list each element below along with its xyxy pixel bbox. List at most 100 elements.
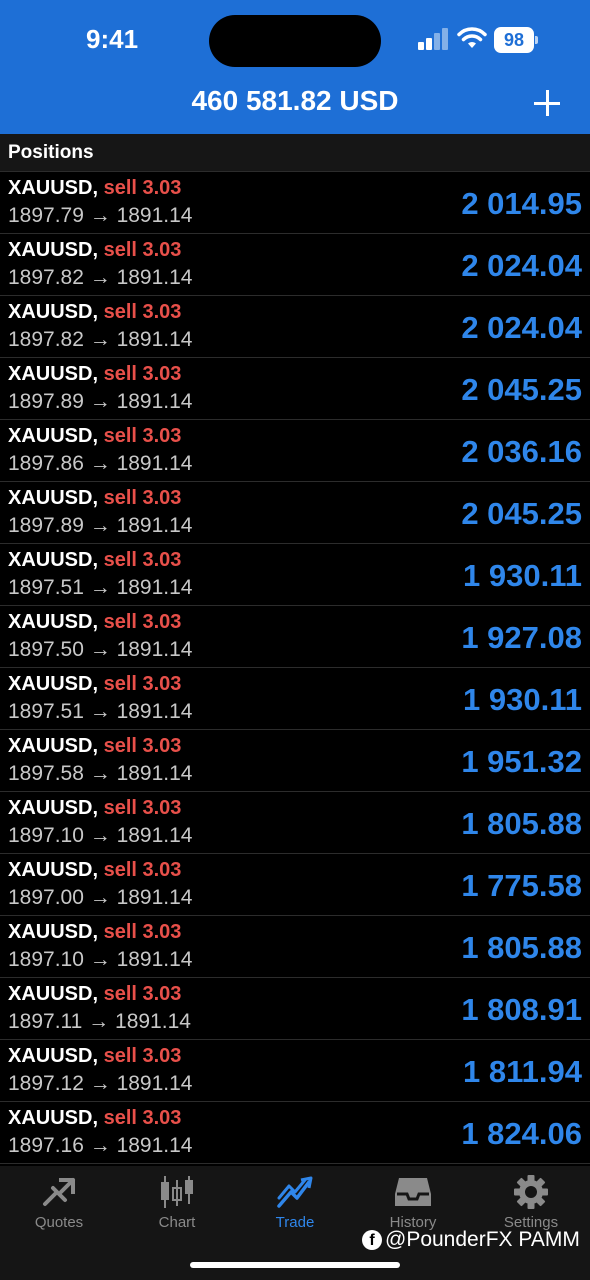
position-prices: 1897.82 → 1891.14 <box>8 328 193 351</box>
position-symbol: XAUUSD, <box>8 611 99 633</box>
position-title: XAUUSD, sell 3.03 <box>8 859 181 882</box>
wifi-icon <box>457 27 487 48</box>
position-side: sell 3.03 <box>103 1107 182 1129</box>
position-profit: 1 824.06 <box>461 1116 582 1151</box>
tab-chart[interactable]: Chart <box>118 1174 236 1238</box>
position-prices: 1897.82 → 1891.14 <box>8 266 193 289</box>
position-prices: 1897.11 → 1891.14 <box>8 1010 191 1033</box>
position-profit: 2 014.95 <box>461 186 582 221</box>
position-symbol: XAUUSD, <box>8 425 99 447</box>
position-symbol: XAUUSD, <box>8 363 99 385</box>
history-icon <box>395 1178 431 1206</box>
position-title: XAUUSD, sell 3.03 <box>8 239 181 262</box>
position-profit: 1 808.91 <box>461 992 582 1027</box>
position-symbol: XAUUSD, <box>8 177 99 199</box>
trade-icon <box>277 1176 313 1208</box>
position-symbol: XAUUSD, <box>8 859 99 881</box>
cellular-signal-icon <box>418 28 450 50</box>
position-row[interactable]: XAUUSD, sell 3.03 1897.50 → 1891.14 1 927.… <box>0 606 590 668</box>
position-row[interactable]: XAUUSD, sell 3.03 1897.10 → 1891.14 1 805.… <box>0 792 590 854</box>
position-prices: 1897.89 → 1891.14 <box>8 514 193 537</box>
position-prices: 1897.12 → 1891.14 <box>8 1072 193 1095</box>
tab-label-trade: Trade <box>275 1214 315 1231</box>
position-prices: 1897.51 → 1891.14 <box>8 576 193 599</box>
position-title: XAUUSD, sell 3.03 <box>8 487 181 510</box>
position-title: XAUUSD, sell 3.03 <box>8 301 181 324</box>
position-side: sell 3.03 <box>103 1045 182 1067</box>
account-balance: 460 581.82 USD <box>191 85 399 116</box>
position-profit: 1 805.88 <box>461 806 582 841</box>
facebook-icon: f <box>362 1230 382 1250</box>
settings-icon <box>514 1175 548 1209</box>
position-title: XAUUSD, sell 3.03 <box>8 177 181 200</box>
battery-icon: 98 <box>494 27 538 53</box>
position-row[interactable]: XAUUSD, sell 3.03 1897.89 → 1891.14 2 045.… <box>0 482 590 544</box>
position-row[interactable]: XAUUSD, sell 3.03 1897.82 → 1891.14 2 024.… <box>0 296 590 358</box>
position-row[interactable]: XAUUSD, sell 3.03 1897.82 → 1891.14 2 024.… <box>0 234 590 296</box>
status-time: 9:41 <box>86 24 139 54</box>
position-profit: 2 045.25 <box>461 372 582 407</box>
position-prices: 1897.89 → 1891.14 <box>8 390 193 413</box>
position-prices: 1897.86 → 1891.14 <box>8 452 193 475</box>
position-side: sell 3.03 <box>103 735 182 757</box>
position-profit: 2 036.16 <box>461 434 582 469</box>
position-row[interactable]: XAUUSD, sell 3.03 1897.12 → 1891.14 1 811.… <box>0 1040 590 1102</box>
position-symbol: XAUUSD, <box>8 239 99 261</box>
position-row[interactable]: XAUUSD, sell 3.03 1897.00 → 1891.14 1 775.… <box>0 854 590 916</box>
position-symbol: XAUUSD, <box>8 1107 99 1129</box>
position-prices: 1897.79 → 1891.14 <box>8 204 193 227</box>
position-row[interactable]: XAUUSD, sell 3.03 1897.16 → 1891.14 1 824.… <box>0 1102 590 1164</box>
position-profit: 1 811.94 <box>463 1054 582 1089</box>
position-row[interactable]: XAUUSD, sell 3.03 1897.51 → 1891.14 1 930.… <box>0 668 590 730</box>
position-symbol: XAUUSD, <box>8 1045 99 1067</box>
dynamic-island <box>209 15 381 67</box>
watermark-text: @PounderFX PAMM <box>385 1228 580 1251</box>
position-side: sell 3.03 <box>103 673 182 695</box>
position-prices: 1897.51 → 1891.14 <box>8 700 193 723</box>
position-symbol: XAUUSD, <box>8 921 99 943</box>
tab-label-chart: Chart <box>158 1214 196 1231</box>
position-row[interactable]: XAUUSD, sell 3.03 1897.86 → 1891.14 2 036.… <box>0 420 590 482</box>
position-prices: 1897.10 → 1891.14 <box>8 948 193 971</box>
positions-section-header: Positions <box>0 134 590 172</box>
position-profit: 2 045.25 <box>461 496 582 531</box>
position-row[interactable]: XAUUSD, sell 3.03 1897.10 → 1891.14 1 805.… <box>0 916 590 978</box>
tab-trade[interactable]: Trade <box>236 1174 354 1238</box>
position-side: sell 3.03 <box>103 363 182 385</box>
position-symbol: XAUUSD, <box>8 983 99 1005</box>
position-prices: 1897.58 → 1891.14 <box>8 762 193 785</box>
position-symbol: XAUUSD, <box>8 301 99 323</box>
position-title: XAUUSD, sell 3.03 <box>8 1107 181 1130</box>
position-title: XAUUSD, sell 3.03 <box>8 1045 181 1068</box>
position-symbol: XAUUSD, <box>8 549 99 571</box>
position-profit: 1 930.11 <box>463 558 582 593</box>
quotes-icon <box>43 1178 75 1206</box>
position-row[interactable]: XAUUSD, sell 3.03 1897.58 → 1891.14 1 951.… <box>0 730 590 792</box>
section-title: Positions <box>8 142 94 163</box>
tab-quotes[interactable]: Quotes <box>0 1174 118 1238</box>
position-symbol: XAUUSD, <box>8 797 99 819</box>
position-prices: 1897.16 → 1891.14 <box>8 1134 193 1157</box>
position-prices: 1897.50 → 1891.14 <box>8 638 193 661</box>
position-side: sell 3.03 <box>103 177 182 199</box>
position-profit: 1 775.58 <box>461 868 582 903</box>
position-side: sell 3.03 <box>103 921 182 943</box>
position-side: sell 3.03 <box>103 239 182 261</box>
position-title: XAUUSD, sell 3.03 <box>8 921 181 944</box>
battery-level: 98 <box>494 27 534 53</box>
position-side: sell 3.03 <box>103 549 182 571</box>
position-side: sell 3.03 <box>103 859 182 881</box>
positions-list: XAUUSD, sell 3.03 1897.79 → 1891.14 2 014.… <box>0 172 590 1164</box>
position-row[interactable]: XAUUSD, sell 3.03 1897.79 → 1891.14 2 014.… <box>0 172 590 234</box>
home-indicator[interactable] <box>190 1262 400 1268</box>
position-side: sell 3.03 <box>103 611 182 633</box>
position-title: XAUUSD, sell 3.03 <box>8 735 181 758</box>
tab-label-quotes: Quotes <box>34 1214 84 1231</box>
position-row[interactable]: XAUUSD, sell 3.03 1897.11 → 1891.14 1 808.… <box>0 978 590 1040</box>
position-row[interactable]: XAUUSD, sell 3.03 1897.51 → 1891.14 1 930.… <box>0 544 590 606</box>
position-profit: 2 024.04 <box>461 248 582 283</box>
position-profit: 1 930.11 <box>463 682 582 717</box>
position-side: sell 3.03 <box>103 797 182 819</box>
add-order-button[interactable] <box>532 88 562 118</box>
position-row[interactable]: XAUUSD, sell 3.03 1897.89 → 1891.14 2 045.… <box>0 358 590 420</box>
